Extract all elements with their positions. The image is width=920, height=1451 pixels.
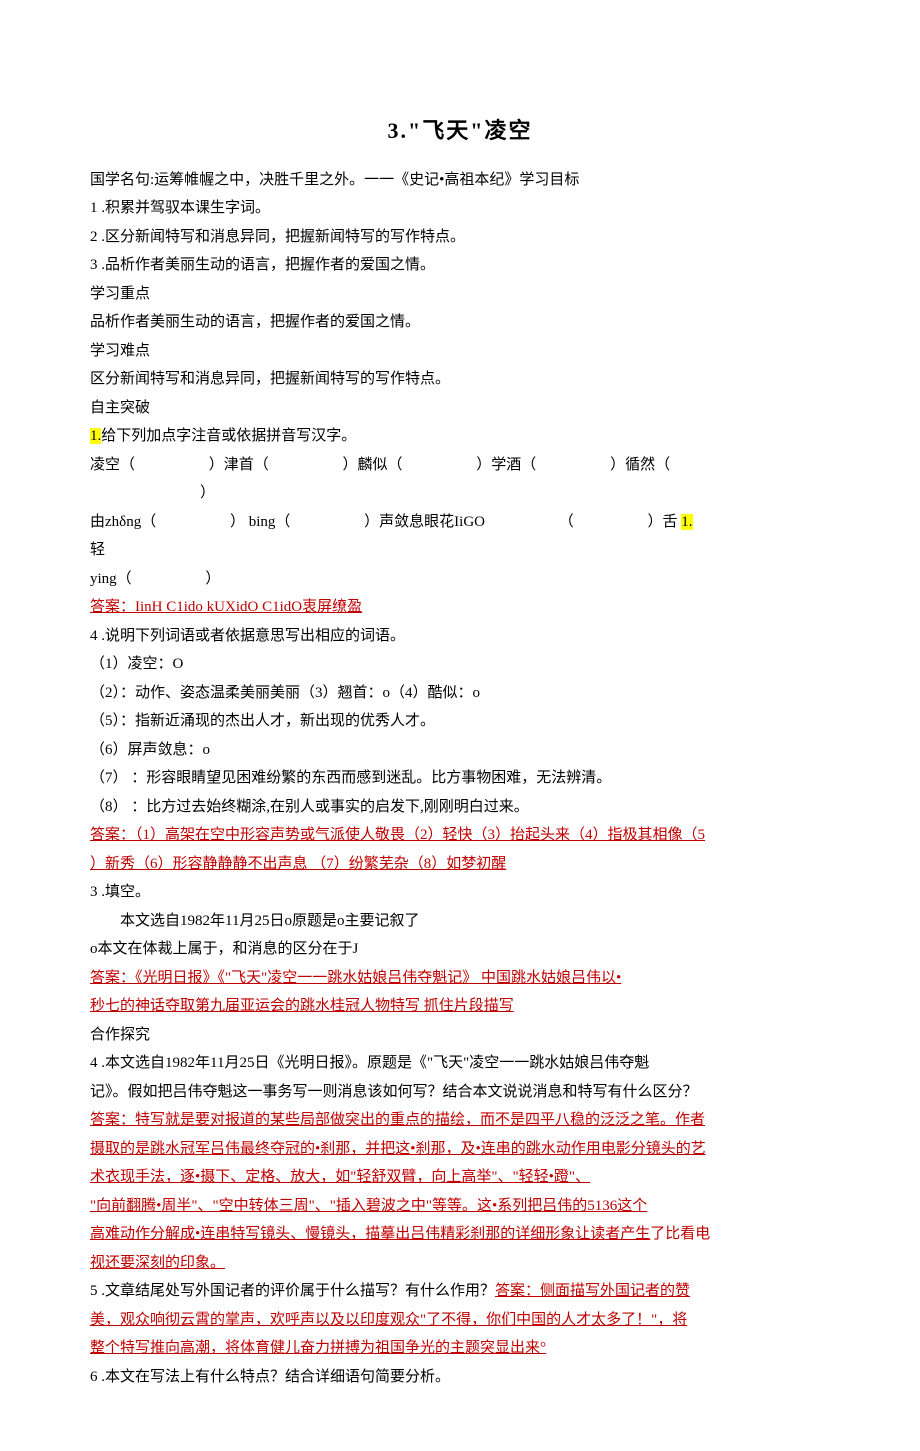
q1-r1-c: ）麟似（ <box>343 457 403 473</box>
answer-2b: ）新秀（6）形容静静静不出声息 （7）纷繁芜杂（8）如梦初醒 <box>90 850 830 879</box>
q1-r2-a: 由zhδng（ <box>90 514 156 530</box>
answer-4f: 视还要深刻的印象。 <box>90 1249 830 1278</box>
coop-q4a: 4 .本文选自1982年11月25日《光明日报》。原题是《"飞天"凌空一一跳水姑… <box>90 1049 830 1078</box>
q1-r2-b: ） bing（ <box>230 514 290 530</box>
q4-2: （2）：动作、姿态温柔美丽美丽（3）翘首：o（4）酷似：o <box>90 679 830 708</box>
section-focus-head: 学习重点 <box>90 280 830 309</box>
answer-4a: 答案：特写就是要对报道的某些局部做突出的重点的描绘，而不是四平八稳的泛泛之笔。作… <box>90 1106 830 1135</box>
goal-3: 3 .品析作者美丽生动的语言，把握作者的爱国之情。 <box>90 251 830 280</box>
section-coop: 合作探究 <box>90 1021 830 1050</box>
section-self-break: 自主突破 <box>90 394 830 423</box>
q1-row3: ying（ ） <box>90 565 830 594</box>
answer-4c: 术衣现手法，逐•摄下、定格、放大，如"轻舒双臂，向上高举"、"轻轻•蹬"、 <box>90 1163 830 1192</box>
q3-body2: o本文在体裁上属于，和消息的区分在于J <box>90 935 830 964</box>
section-difficulty-body: 区分新闻特写和消息异同，把握新闻特写的写作特点。 <box>90 365 830 394</box>
q1-row1b: ） <box>90 479 830 508</box>
highlight-2: 1. <box>681 514 692 530</box>
q1-r2-d: （ <box>559 514 574 530</box>
q1-row1: 凌空（ ）津首（ ）麟似（ ）学酒（ ）循然（ <box>90 451 830 480</box>
q1-r2-f: 轻 <box>90 542 105 558</box>
answer-4d: "向前翻腾•周半"、"空中转体三周"、"插入碧波之中"等等。这•系列把吕伟的51… <box>90 1192 830 1221</box>
q3-head: 3 .填空。 <box>90 878 830 907</box>
q4-8: （8） ：比方过去始终糊涂,在别人或事实的启发下,刚刚明白过来。 <box>90 793 830 822</box>
answer-3b: 秒七的神话夺取第九届亚运会的跳水桂冠人物特写 抓住片段描写 <box>90 992 830 1021</box>
page-title: 3."飞天"凌空 <box>90 110 830 152</box>
answer-1: 答案：IinH C1ido kUXidO C1idO衷屏缭盈 <box>90 593 830 622</box>
q1-r1-f: ） <box>200 485 215 501</box>
q4-head: 4 .说明下列词语或者依据意思写出相应的词语。 <box>90 622 830 651</box>
q3-body1: 本文选自1982年11月25日o原题是o主要记叙了 <box>90 907 830 936</box>
coop-q4b: 记》。假如把吕伟夺魁这一事务写一则消息该如何写？结合本文说说消息和特写有什么区分… <box>90 1078 830 1107</box>
coop-q6: 6 .本文在写法上有什么特点？结合详细语句简要分析。 <box>90 1363 830 1392</box>
goal-1: 1 .积累并驾驭本课生字词。 <box>90 194 830 223</box>
quote-line: 国学名句:运筹帷幄之中，决胜千里之外。一一《史记•高祖本纪》学习目标 <box>90 166 830 195</box>
section-focus-body: 品析作者美丽生动的语言，把握作者的爱国之情。 <box>90 308 830 337</box>
q1-head: 1.给下列加点字注音或依据拼音写汉字。 <box>90 422 830 451</box>
q4-7: （7） ：形容眼睛望见困难纷繁的东西而感到迷乱。比方事物困难，无法辨清。 <box>90 764 830 793</box>
answer-4b: 摄取的是跳水冠军吕伟最终夺冠的•刹那，并把这•刹那，及•连串的跳水动作用电影分镜… <box>90 1135 830 1164</box>
q4-5: （5）：指新近涌现的杰出人才，新出现的优秀人才。 <box>90 707 830 736</box>
goal-2: 2 .区分新闻特写和消息异同，把握新闻特写的写作特点。 <box>90 223 830 252</box>
highlight-1: 1. <box>90 428 101 444</box>
q4-1: （1）凌空：O <box>90 650 830 679</box>
q1-text: 给下列加点字注音或依据拼音写汉字。 <box>101 428 356 444</box>
coop-q5-text: 5 .文章结尾处写外国记者的评价属于什么描写？有什么作用？ <box>90 1283 495 1299</box>
answer-3a: 答案：《光明日报》《"飞天"凌空一一跳水姑娘吕伟夺魁记》 中国跳水姑娘吕伟以• <box>90 964 830 993</box>
answer-5c: 整个特写推向高潮，将体育健儿奋力拼搏为祖国争光的主题突显出来° <box>90 1334 830 1363</box>
coop-q5: 5 .文章结尾处写外国记者的评价属于什么描写？有什么作用？答案：侧面描写外国记者… <box>90 1277 830 1306</box>
q1-r3-b: ） <box>205 571 220 587</box>
q1-r1-d: ）学酒（ <box>476 457 536 473</box>
answer-5b: 美，观众响彻云霄的掌声，欢呼声以及以印度观众"了不得，你们中国的人才太多了！"，… <box>90 1306 830 1335</box>
q1-r1-a: 凌空（ <box>90 457 135 473</box>
answer-2a: 答案：（1）高架在空中形容声势或气派使人敬畏（2）轻快（3）抬起头来（4）指极其… <box>90 821 830 850</box>
q1-r3-a: ying（ <box>90 571 132 587</box>
section-difficulty-head: 学习难点 <box>90 337 830 366</box>
q4-6: （6）屏声敛息：o <box>90 736 830 765</box>
q1-r2-e: ）舌 <box>648 514 678 530</box>
q1-row2: 由zhδng（ ） bing（ ）声敛息眼花IiGO （ ）舌 1. 轻 <box>90 508 830 565</box>
q1-r2-c: ）声敛息眼花IiGO <box>364 514 485 530</box>
q1-r1-b: ）津首（ <box>209 457 269 473</box>
answer-4e: 高难动作分解成•连串特写镜头、慢镜头，描摹出吕伟精彩刹那的详细形象让读者产生了比… <box>90 1220 830 1249</box>
answer-5a: 答案：侧面描写外国记者的赞 <box>495 1283 690 1299</box>
q1-r1-e: ）循然（ <box>610 457 670 473</box>
